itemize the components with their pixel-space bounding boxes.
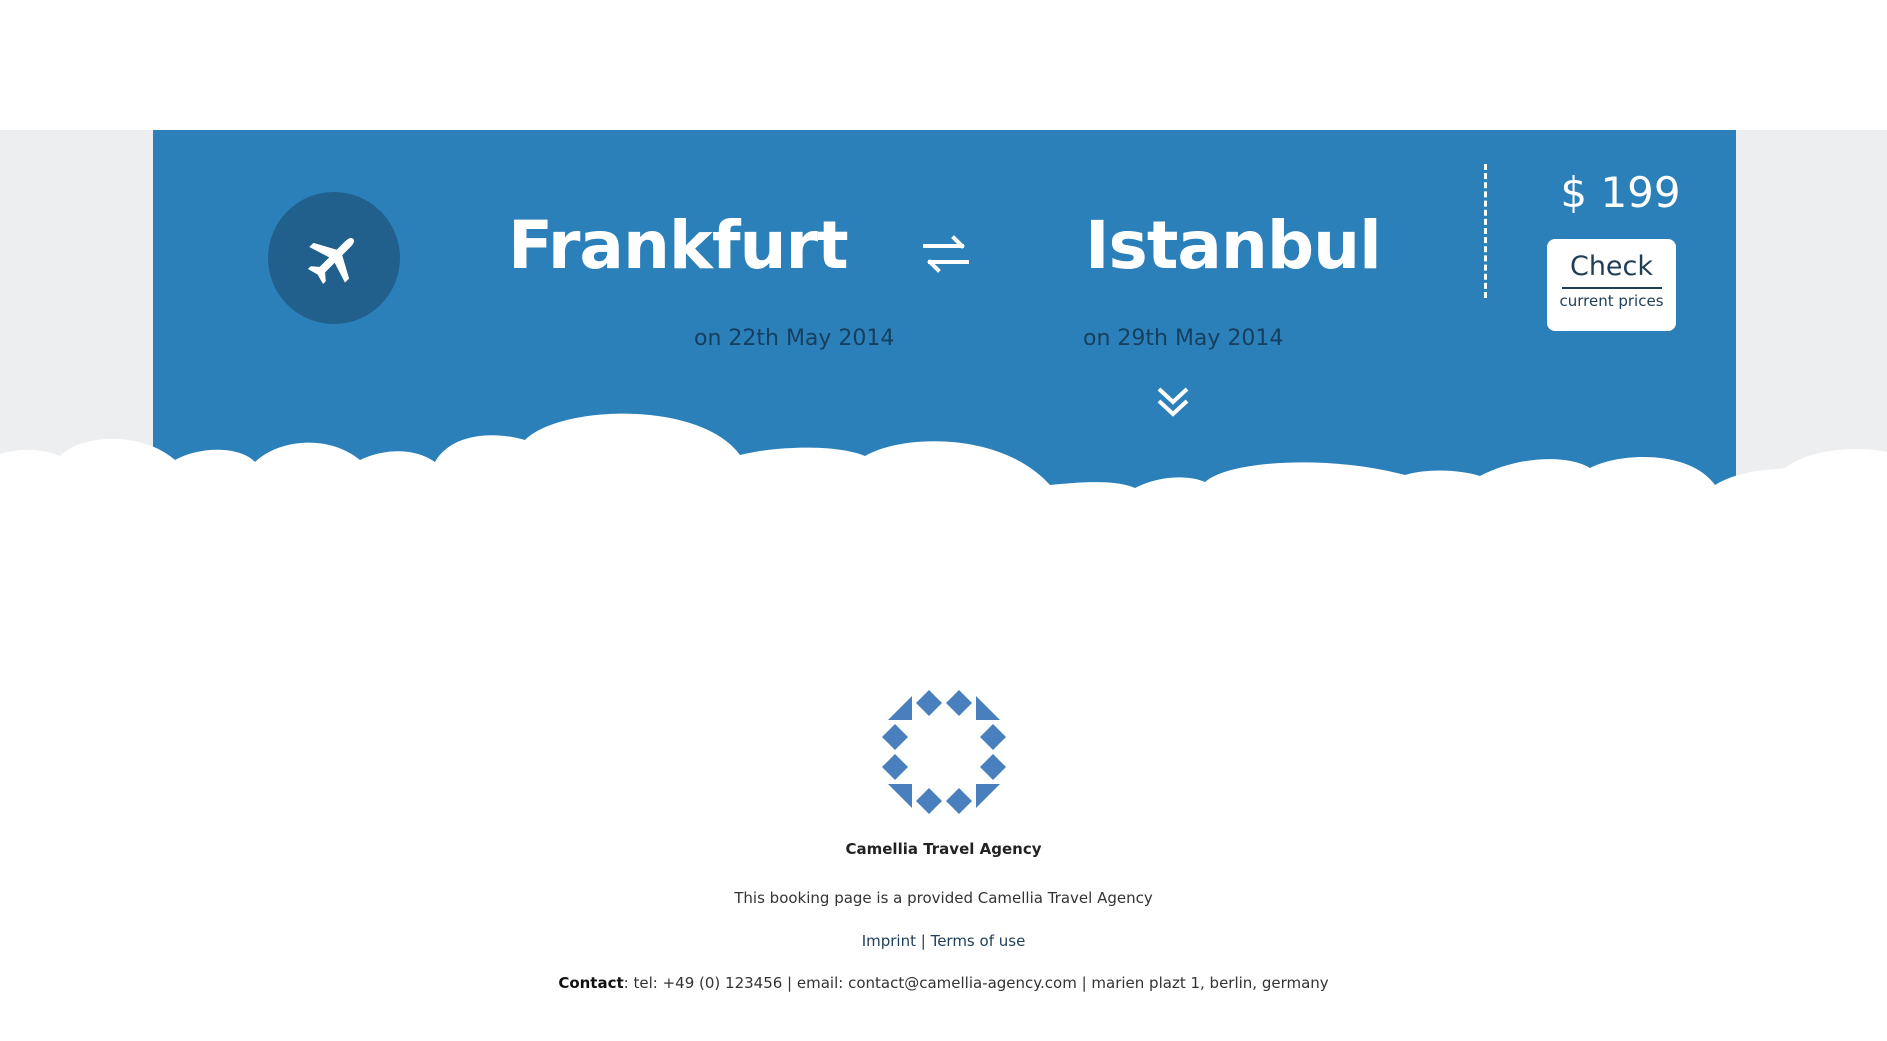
swap-arrows-icon[interactable] bbox=[922, 230, 970, 278]
cloud-divider bbox=[0, 413, 1887, 520]
plane-badge bbox=[268, 192, 400, 324]
terms-link[interactable]: Terms of use bbox=[931, 932, 1026, 950]
camellia-logo bbox=[882, 690, 1006, 814]
agency-name: Camellia Travel Agency bbox=[845, 840, 1042, 858]
airplane-icon bbox=[307, 237, 355, 285]
return-date: on 29th May 2014 bbox=[1083, 326, 1284, 351]
check-button-title: Check bbox=[1561, 251, 1662, 290]
imprint-link[interactable]: Imprint bbox=[862, 932, 916, 950]
link-separator: | bbox=[915, 932, 931, 950]
departure-city: Frankfurt bbox=[508, 207, 849, 284]
departure-date: on 22th May 2014 bbox=[694, 326, 895, 351]
contact-line: Contact: tel: +49 (0) 123456 | email: co… bbox=[0, 974, 1887, 992]
contact-details: : tel: +49 (0) 123456 | email: contact@c… bbox=[623, 974, 1329, 992]
contact-label: Contact bbox=[558, 974, 624, 992]
arrival-city: Istanbul bbox=[1085, 207, 1382, 284]
footer-links: Imprint | Terms of use bbox=[0, 932, 1887, 950]
price-divider bbox=[1484, 164, 1487, 298]
booking-notice: This booking page is a provided Camellia… bbox=[734, 889, 1153, 907]
check-prices-button[interactable]: Check current prices bbox=[1547, 239, 1676, 331]
price-amount: $ 199 bbox=[1560, 168, 1681, 217]
check-button-subtitle: current prices bbox=[1559, 292, 1664, 311]
